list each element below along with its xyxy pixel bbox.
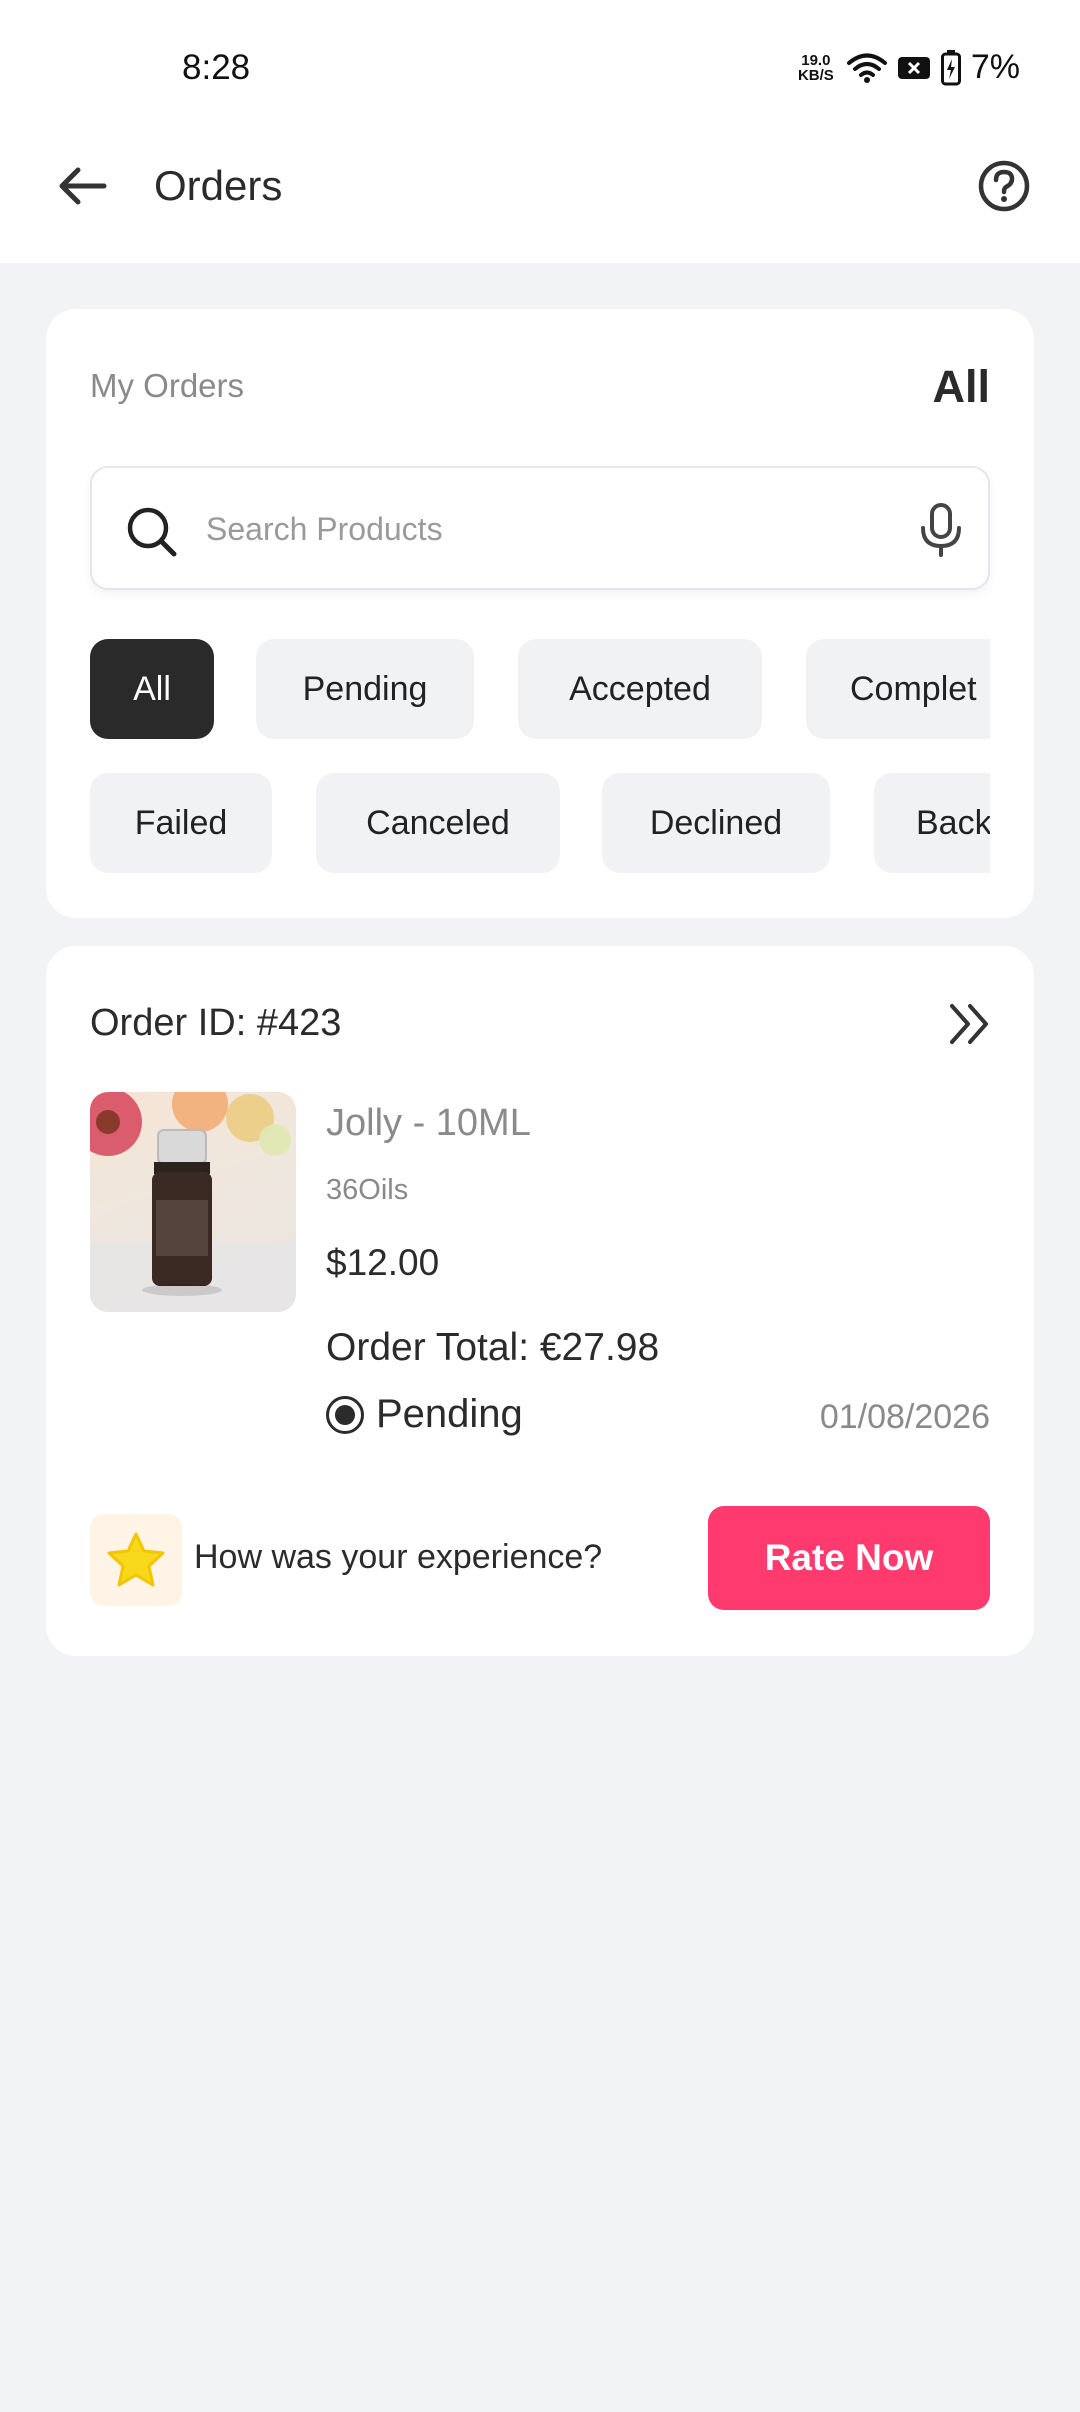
chip-all[interactable]: All [90, 639, 214, 739]
status-chips-row-1: All Pending Accepted Complet [90, 639, 990, 739]
order-status-text: Pending [376, 1392, 523, 1436]
status-time: 8:28 [182, 48, 251, 87]
product-photo-illustration [90, 1092, 296, 1312]
help-button[interactable] [976, 158, 1032, 214]
rate-now-button[interactable]: Rate Now [708, 1506, 990, 1610]
product-brand: 36Oils [326, 1174, 409, 1206]
orders-filter-card: My Orders All All Pending Accepted Compl… [46, 309, 1034, 918]
chip-accepted[interactable]: Accepted [518, 639, 762, 739]
status-icons: 19.0 KB/S 7% [795, 48, 1020, 87]
star-icon [107, 1532, 165, 1587]
search-bar [90, 466, 990, 590]
network-speed-value: 19.0 [801, 51, 831, 69]
network-speed: 19.0 KB/S [795, 53, 837, 83]
wifi-icon [846, 53, 887, 83]
battery-percent: 7% [970, 48, 1020, 86]
chip-completed[interactable]: Complet [806, 639, 990, 739]
order-status: Pending [326, 1392, 523, 1437]
arrow-left-icon [59, 167, 107, 205]
product-image[interactable] [90, 1092, 296, 1312]
order-date: 01/08/2026 [819, 1398, 990, 1436]
app-bar: Orders [0, 130, 1080, 263]
status-chips-row-2: Failed Canceled Declined Back [90, 773, 990, 873]
star-badge [90, 1514, 182, 1606]
chip-canceled[interactable]: Canceled [316, 773, 560, 873]
network-speed-unit: KB/S [797, 66, 834, 84]
order-id: Order ID: #423 [90, 1002, 342, 1044]
product-price: $12.00 [326, 1242, 440, 1283]
double-chevron-right-icon[interactable] [946, 1000, 994, 1048]
status-indicator-icon [326, 1395, 364, 1434]
chip-declined[interactable]: Declined [602, 773, 830, 873]
page-title: Orders [154, 162, 283, 209]
rate-experience-row: How was your experience? Rate Now [90, 1506, 990, 1610]
chip-back[interactable]: Back [874, 773, 990, 873]
order-total: Order Total: €27.98 [326, 1326, 660, 1369]
product-name: Jolly - 10ML [326, 1102, 531, 1144]
chip-pending[interactable]: Pending [256, 639, 474, 739]
chip-failed[interactable]: Failed [90, 773, 272, 873]
question-circle-icon [978, 160, 1030, 212]
status-bar: 8:28 19.0 KB/S 7% [0, 0, 1080, 130]
no-sim-icon [897, 56, 930, 79]
current-filter-label: All [932, 361, 990, 412]
microphone-icon[interactable] [918, 502, 964, 558]
search-input[interactable] [206, 504, 886, 554]
my-orders-label: My Orders [90, 367, 245, 404]
search-icon [127, 507, 177, 557]
battery-charging-icon [940, 49, 961, 85]
back-button[interactable] [52, 156, 112, 216]
order-card[interactable]: Order ID: #423 Jolly - 10ML 36Oils $12.0… [46, 946, 1034, 1656]
rate-question: How was your experience? [194, 1538, 603, 1576]
